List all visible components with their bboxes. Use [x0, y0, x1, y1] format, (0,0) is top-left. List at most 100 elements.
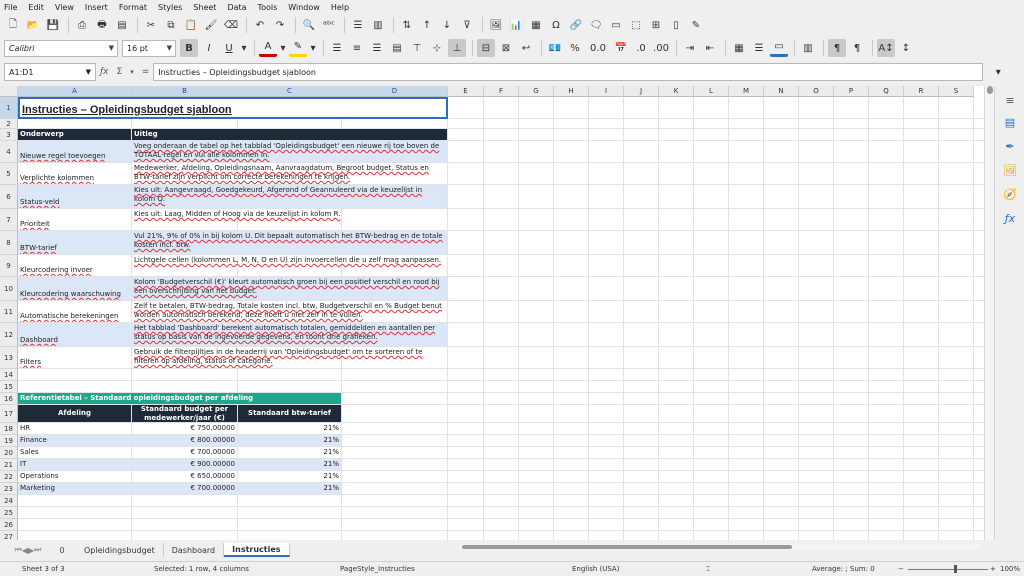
sum-icon[interactable]: Σ [117, 67, 123, 77]
reference-budget[interactable]: € 800.00000 [132, 435, 238, 447]
column-header-j[interactable]: J [624, 86, 659, 97]
row-header-18[interactable]: 18 [0, 423, 18, 435]
underline-dropdown-icon[interactable]: ▾ [240, 39, 248, 57]
percent-format-icon[interactable]: % [566, 39, 584, 57]
menu-tools[interactable]: Tools [258, 3, 278, 12]
align-right-icon[interactable]: ☰ [368, 39, 386, 57]
special-character-icon[interactable]: Ω [547, 16, 565, 34]
paste-icon[interactable]: 📋 [182, 16, 200, 34]
column-icon[interactable]: ▥ [369, 16, 387, 34]
column-header-f[interactable]: F [484, 86, 519, 97]
split-window-icon[interactable]: ▯ [667, 16, 685, 34]
clone-format-icon[interactable]: 🖌 [202, 16, 220, 34]
row-header-5[interactable]: 5 [0, 163, 18, 185]
row-header-24[interactable]: 24 [0, 495, 18, 507]
column-header-n[interactable]: N [764, 86, 799, 97]
column-header-o[interactable]: O [799, 86, 834, 97]
left-to-right-icon[interactable]: ¶ [828, 39, 846, 57]
row-header-23[interactable]: 23 [0, 483, 18, 495]
row-header-15[interactable]: 15 [0, 381, 18, 393]
menu-sheet[interactable]: Sheet [193, 3, 216, 12]
header-onderwerp[interactable]: Onderwerp [18, 129, 132, 141]
italic-icon[interactable]: I [200, 39, 218, 57]
redo-icon[interactable]: ↷ [271, 16, 289, 34]
column-header-d[interactable]: D [342, 86, 448, 97]
open-folder-icon[interactable]: 📂 [24, 16, 42, 34]
column-header-m[interactable]: M [729, 86, 764, 97]
functions-icon[interactable]: ƒx [1002, 210, 1018, 226]
column-header-h[interactable]: H [554, 86, 589, 97]
text-orientation-icon[interactable]: A↕ [877, 39, 895, 57]
row-header-21[interactable]: 21 [0, 459, 18, 471]
row-header-9[interactable]: 9 [0, 255, 18, 277]
row-header-11[interactable]: 11 [0, 301, 18, 323]
row-header-4[interactable]: 4 [0, 141, 18, 163]
column-header-g[interactable]: G [519, 86, 554, 97]
reference-department[interactable]: Marketing [18, 483, 132, 495]
menu-insert[interactable]: Insert [85, 3, 108, 12]
instruction-topic[interactable]: Automatische berekeningen [18, 301, 132, 323]
new-document-icon[interactable]: 🗋 [4, 16, 22, 34]
header-footer-icon[interactable]: ▭ [607, 16, 625, 34]
row-header-16[interactable]: 16 [0, 393, 18, 405]
spelling-icon[interactable]: ᵃᵇᶜ [320, 16, 338, 34]
row-header-19[interactable]: 19 [0, 435, 18, 447]
instruction-text[interactable]: Lichtgele cellen (kolommen L, M, N, O en… [132, 255, 448, 277]
reference-budget[interactable]: € 900.00000 [132, 459, 238, 471]
save-icon[interactable]: 💾 [44, 16, 62, 34]
row-header-20[interactable]: 20 [0, 447, 18, 459]
gallery-icon[interactable]: 🖼 [1002, 162, 1018, 178]
instruction-text[interactable]: Kolom 'Budgetverschil (€)' kleurt automa… [132, 277, 448, 301]
tab-dashboard[interactable]: Dashboard [164, 543, 225, 557]
comment-icon[interactable]: 🗨 [587, 16, 605, 34]
reference-budget[interactable]: € 750.00000 [132, 423, 238, 435]
last-sheet-icon[interactable]: ⏭ [34, 545, 41, 555]
merge-center-icon[interactable]: ⊟ [477, 39, 495, 57]
reference-budget[interactable]: € 700.00000 [132, 483, 238, 495]
row-header-8[interactable]: 8 [0, 231, 18, 255]
horizontal-scrollbar[interactable] [460, 544, 980, 550]
freeze-rows-columns-icon[interactable]: ⊞ [647, 16, 665, 34]
row-header-6[interactable]: 6 [0, 185, 18, 209]
tab-instructies[interactable]: Instructies [224, 543, 290, 557]
reference-header[interactable]: Standaard btw-tarief [238, 405, 342, 423]
reference-vat-rate[interactable]: 21% [238, 459, 342, 471]
cut-icon[interactable]: ✂ [142, 16, 160, 34]
instruction-topic[interactable]: BTW-tarief [18, 231, 132, 255]
bold-icon[interactable]: B [180, 39, 198, 57]
zoom-out-icon[interactable]: − [898, 565, 904, 573]
instruction-text[interactable]: Het tabblad 'Dashboard' berekent automat… [132, 323, 448, 347]
instruction-topic[interactable]: Prioriteit [18, 209, 132, 231]
select-all-corner[interactable] [0, 86, 18, 97]
tab-opleidingsbudget[interactable]: Opleidingsbudget [76, 543, 164, 557]
reference-department[interactable]: HR [18, 423, 132, 435]
sort-descending-icon[interactable]: ↓ [438, 16, 456, 34]
menu-icon[interactable]: ≡ [1002, 92, 1018, 108]
zoom-in-icon[interactable]: + [990, 565, 996, 573]
menu-view[interactable]: View [55, 3, 74, 12]
menu-help[interactable]: Help [331, 3, 349, 12]
column-header-k[interactable]: K [659, 86, 694, 97]
conditional-format-icon[interactable]: ▥ [799, 39, 817, 57]
font-size-box[interactable]: 16 pt ▼ [122, 39, 176, 57]
vertical-scroll-thumb[interactable] [987, 86, 993, 94]
sheet-title[interactable]: Instructies – Opleidingsbudget sjabloon [18, 97, 448, 119]
highlight-dropdown-icon[interactable]: ▾ [309, 39, 317, 57]
number-format-icon[interactable]: 0.0 [586, 39, 610, 57]
selection-mode-icon[interactable]: ⌶ [706, 565, 710, 574]
menu-window[interactable]: Window [288, 3, 320, 12]
instruction-text[interactable]: Kies uit: Aangevraagd, Goedgekeurd, Afge… [132, 185, 448, 209]
styles-icon[interactable]: ✒ [1002, 138, 1018, 154]
row-header-22[interactable]: 22 [0, 471, 18, 483]
delete-decimal-icon[interactable]: .00 [652, 39, 670, 57]
align-center-vertical-icon[interactable]: ⊹ [428, 39, 446, 57]
status-zoom[interactable]: 100% [1000, 565, 1020, 573]
spreadsheet-grid[interactable]: A B C D E F G H I J K L M N O P Q R S 1 2 3 4 5 6 7 8 9 10 11 12 13 14 15… [0, 86, 984, 540]
vertical-scrollbar[interactable] [984, 86, 994, 540]
row-header-7[interactable]: 7 [0, 209, 18, 231]
font-color-icon[interactable]: A [259, 39, 277, 57]
add-decimal-icon[interactable]: .0 [632, 39, 650, 57]
column-header-q[interactable]: Q [869, 86, 904, 97]
instruction-text[interactable]: Vul 21%, 9% of 0% in bij kolom U. Dit be… [132, 231, 448, 255]
reference-header[interactable]: Standaard budget per medewerker/jaar (€) [132, 405, 238, 423]
